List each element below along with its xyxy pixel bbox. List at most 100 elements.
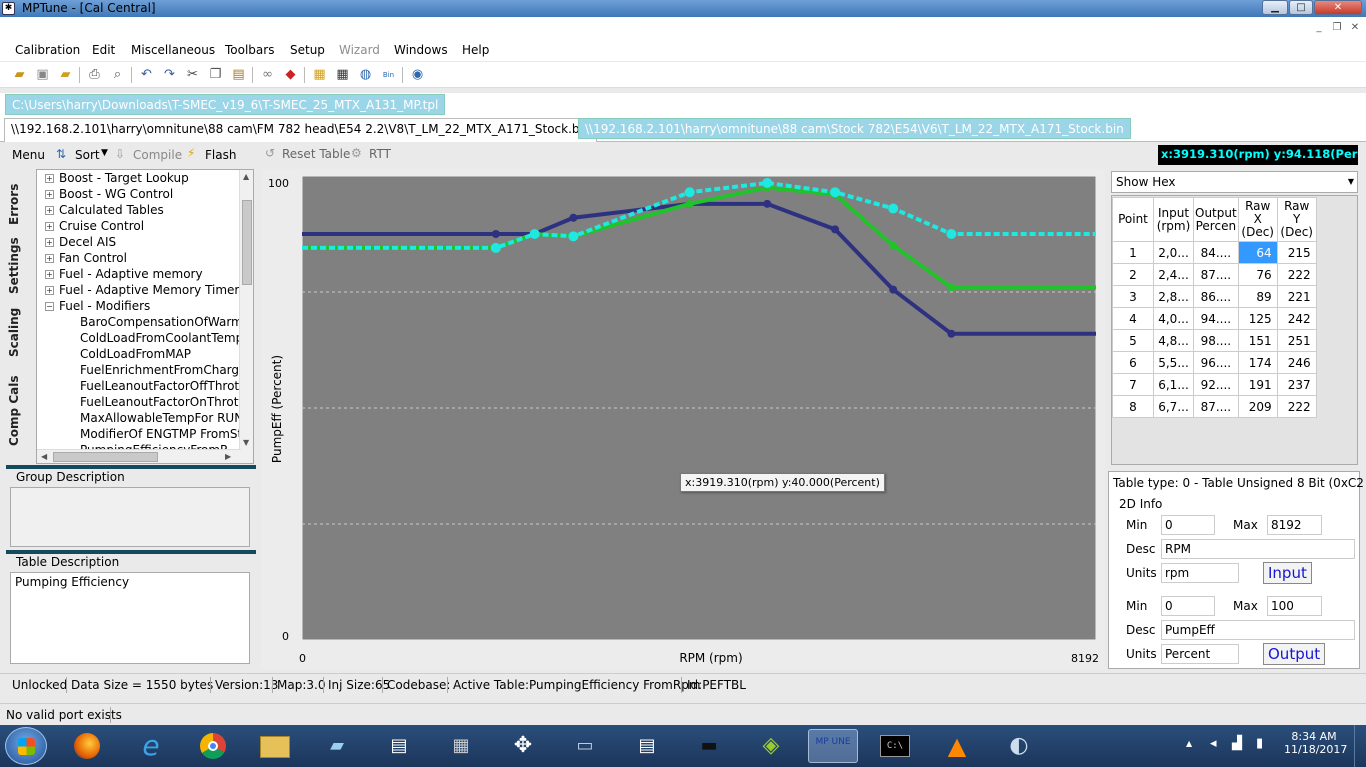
grid-cell[interactable]: 5	[1112, 329, 1154, 352]
grid-cell[interactable]: 2	[1112, 263, 1154, 286]
tree-leaf[interactable]: BaroCompensationOfWarm	[80, 315, 243, 329]
menu-toolbars[interactable]: Toolbars	[225, 43, 274, 57]
tab-active-bin[interactable]: \\192.168.2.101\harry\omnitune\88 cam\FM…	[4, 118, 598, 142]
grid-cell[interactable]: 191	[1237, 373, 1278, 396]
series-0-point[interactable]	[569, 213, 578, 222]
mdi-minimize-button[interactable]: _	[1310, 21, 1328, 35]
close-button[interactable]: ✕	[1314, 0, 1362, 15]
grid-cell[interactable]: 2,0...	[1153, 241, 1194, 264]
tab-scaling[interactable]: Scaling	[7, 302, 33, 362]
grid-cell[interactable]: 242	[1276, 307, 1317, 330]
grid-cell[interactable]: 76	[1237, 263, 1278, 286]
grid-cell[interactable]: 94....	[1193, 307, 1239, 330]
undo-icon[interactable]: ↶	[138, 67, 155, 83]
menu-miscellaneous[interactable]: Miscellaneous	[131, 43, 215, 57]
expand-icon[interactable]: +	[45, 254, 54, 263]
series-1-point[interactable]	[889, 241, 898, 250]
wordpad-icon[interactable]: ▤	[374, 729, 424, 763]
menu-windows[interactable]: Windows	[394, 43, 448, 57]
grid-cell[interactable]: 4,8...	[1153, 329, 1194, 352]
menu-help[interactable]: Help	[462, 43, 489, 57]
grid-cell[interactable]: 4	[1112, 307, 1154, 330]
tab-settings[interactable]: Settings	[7, 234, 33, 298]
ie-icon[interactable]: e	[126, 729, 176, 763]
grid-cell[interactable]: 174	[1237, 351, 1278, 374]
series-2-point[interactable]	[568, 231, 579, 242]
tree-leaf[interactable]: FuelLeanoutFactorOnThrottl	[80, 395, 247, 409]
cmd-icon[interactable]: C:\	[870, 729, 920, 763]
grid-cell[interactable]: 1	[1112, 241, 1154, 264]
tree-leaf[interactable]: MaxAllowableTempFor RUN	[80, 411, 243, 425]
mptune-icon[interactable]: MP UNE	[808, 729, 858, 763]
splitter[interactable]	[6, 465, 256, 469]
tab-compare-bin[interactable]: \\192.168.2.101\harry\omnitune\88 cam\St…	[578, 118, 1131, 139]
scroll-thumb[interactable]	[53, 452, 158, 462]
scroll-up-icon[interactable]: ▲	[243, 172, 249, 181]
tree-vertical-scrollbar[interactable]: ▲ ▼	[239, 170, 253, 463]
tree-leaf[interactable]: ModifierOf ENGTMP FromSta	[80, 427, 250, 441]
grid-cell[interactable]: 151	[1237, 329, 1278, 352]
vlc-icon[interactable]: ▲	[932, 729, 982, 763]
print-icon[interactable]: ⎙	[86, 67, 103, 83]
tree-node[interactable]: + Calculated Tables	[45, 203, 164, 217]
network-icon[interactable]: ◈	[746, 729, 796, 763]
maximize-button[interactable]: □	[1289, 0, 1313, 15]
grid-cell[interactable]: 5,5...	[1153, 351, 1194, 374]
start-button[interactable]	[5, 727, 47, 765]
tree-node[interactable]: + Fuel - Adaptive memory	[45, 267, 203, 281]
expand-icon[interactable]: +	[45, 190, 54, 199]
series-2-point[interactable]	[684, 187, 695, 198]
show-hex-dropdown[interactable]: Show Hex ▼	[1111, 171, 1358, 193]
grid-cell[interactable]: 98....	[1193, 329, 1239, 352]
grid-cell[interactable]: 125	[1237, 307, 1278, 330]
grid-cell-selected[interactable]: 64	[1237, 241, 1278, 264]
paint-icon[interactable]: ◐	[994, 729, 1044, 763]
table-description-box[interactable]: Pumping Efficiency	[10, 572, 250, 664]
series-1-point[interactable]	[685, 199, 694, 208]
expand-icon[interactable]: +	[45, 286, 54, 295]
scroll-down-icon[interactable]: ▼	[243, 438, 249, 447]
tree-horizontal-scrollbar[interactable]: ◀ ▶	[37, 449, 241, 463]
grid-cell[interactable]: 89	[1237, 285, 1278, 308]
menu-wizard[interactable]: Wizard	[339, 43, 380, 57]
grid-cell[interactable]: 87....	[1193, 395, 1239, 418]
chevron-down-icon[interactable]: ▼	[101, 148, 108, 158]
scroll-right-icon[interactable]: ▶	[225, 452, 231, 461]
grid-cell[interactable]: 221	[1276, 285, 1317, 308]
grid-cell[interactable]: 4,0...	[1153, 307, 1194, 330]
series-2-point[interactable]	[490, 242, 501, 253]
input-max-field[interactable]: 8192	[1267, 515, 1322, 535]
grid-cell[interactable]: 251	[1276, 329, 1317, 352]
save-icon[interactable]: ▣	[34, 67, 51, 83]
series-0-point[interactable]	[947, 329, 956, 338]
grid-header-raw-x[interactable]: Raw X (Dec)	[1237, 197, 1278, 242]
grid-cell[interactable]: 215	[1276, 241, 1317, 264]
computer-icon[interactable]: ▭	[560, 729, 610, 763]
grid-cell[interactable]: 6,1...	[1153, 373, 1194, 396]
series-2-point[interactable]	[529, 229, 540, 239]
eraser-icon[interactable]: ◆	[282, 67, 299, 83]
grid-header-raw-y[interactable]: Raw Y (Dec)	[1276, 197, 1317, 242]
series-0-point[interactable]	[491, 230, 500, 238]
expand-icon[interactable]: +	[45, 206, 54, 215]
calculator-icon[interactable]: ▦	[436, 729, 486, 763]
explorer-icon[interactable]	[250, 729, 300, 763]
grid-cell[interactable]: 84....	[1193, 241, 1239, 264]
grid-cell[interactable]: 222	[1276, 395, 1317, 418]
grid-cell[interactable]: 209	[1237, 395, 1278, 418]
battery-icon[interactable]: ▮	[1256, 736, 1263, 751]
link-icon[interactable]: ∞	[259, 67, 276, 83]
series-2-point[interactable]	[762, 177, 773, 188]
volume-icon[interactable]: ◂	[1210, 736, 1217, 751]
menu-edit[interactable]: Edit	[92, 43, 115, 57]
menu-button[interactable]: Menu	[12, 148, 45, 162]
series-1-point[interactable]	[947, 283, 956, 292]
tree-node[interactable]: + Cruise Control	[45, 219, 144, 233]
tab-template-file[interactable]: C:\Users\harry\Downloads\T-SMEC_v19_6\T-…	[5, 94, 446, 115]
paste-icon[interactable]: ▤	[230, 67, 247, 83]
grid-cell[interactable]: 2,4...	[1153, 263, 1194, 286]
tree-node[interactable]: + Fuel - Adaptive Memory Timer	[45, 283, 239, 297]
minimize-button[interactable]: ▁	[1262, 0, 1288, 15]
grid-cell[interactable]: 237	[1276, 373, 1317, 396]
reset-table-button[interactable]: Reset Table	[282, 147, 350, 161]
